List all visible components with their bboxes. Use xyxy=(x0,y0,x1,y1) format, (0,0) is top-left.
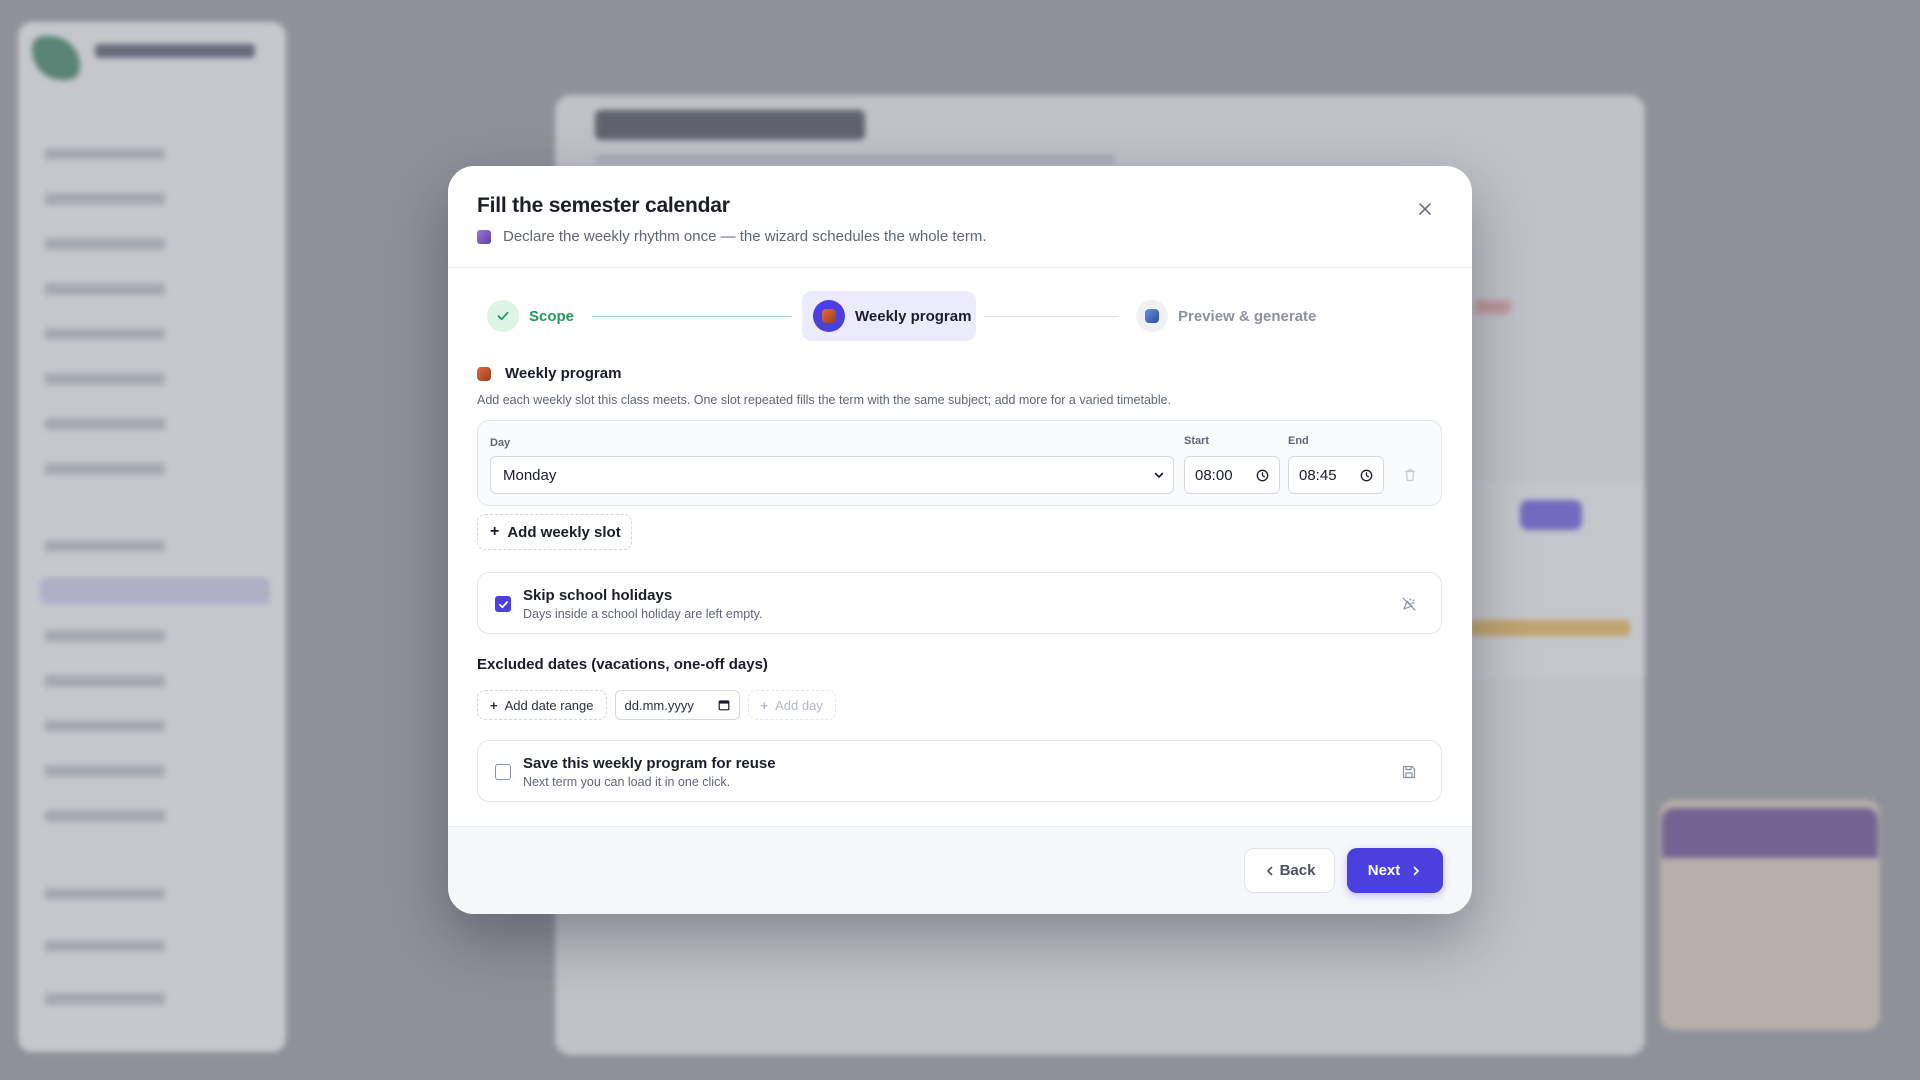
chevron-down-icon xyxy=(1154,472,1164,478)
check-icon xyxy=(487,300,519,332)
weekly-program-title: Weekly program xyxy=(505,365,622,382)
start-time-value: 08:00 xyxy=(1195,466,1233,484)
calendar-emoji-icon xyxy=(477,229,491,244)
plus-icon: + xyxy=(490,697,498,713)
excluded-dates-row: + Add date range dd.mm.yyyy + Add day xyxy=(477,690,836,720)
step-scope[interactable]: Scope xyxy=(487,291,574,341)
save-program-checkbox[interactable] xyxy=(495,764,511,780)
plus-icon: + xyxy=(490,523,500,540)
modal-title: Fill the semester calendar xyxy=(477,194,730,217)
modal-header: Fill the semester calendar Declare the w… xyxy=(448,166,1472,268)
start-label: Start xyxy=(1184,435,1210,447)
background-calendar-header xyxy=(1662,808,1878,858)
weekly-program-heading: Weekly program xyxy=(477,365,621,382)
stepper-connector xyxy=(984,316,1118,317)
background-subtitle xyxy=(595,155,1115,165)
background-nav-item xyxy=(45,675,165,687)
calendar-icon xyxy=(718,700,729,711)
wizard-stepper: Scope Weekly program Preview & generate xyxy=(476,291,1444,341)
calendar-emoji-icon xyxy=(477,366,491,381)
plus-icon: + xyxy=(760,697,769,713)
day-select[interactable]: Monday xyxy=(490,456,1174,494)
background-nav-item xyxy=(45,765,165,777)
background-title xyxy=(595,110,865,140)
trash-icon xyxy=(1405,469,1415,482)
step-weekly-program[interactable]: Weekly program xyxy=(802,291,976,341)
background-nav-item xyxy=(45,993,165,1005)
background-nav-item xyxy=(45,418,165,430)
stepper-connector xyxy=(592,316,792,317)
background-nav-item xyxy=(45,630,165,642)
background-tag xyxy=(1475,300,1511,314)
delete-slot-button[interactable] xyxy=(1402,467,1418,483)
background-nav-item xyxy=(45,463,165,475)
step-weekly-program-label: Weekly program xyxy=(855,307,972,325)
back-button[interactable]: Back xyxy=(1244,848,1335,893)
weekly-slot-card: Day Start End Monday 08:00 08:45 xyxy=(477,420,1442,506)
close-icon xyxy=(1419,203,1431,215)
background-nav-item xyxy=(45,148,165,160)
next-button[interactable]: Next xyxy=(1347,848,1443,893)
background-nav-item xyxy=(45,238,165,250)
background-nav-item xyxy=(45,283,165,295)
background-chip xyxy=(1520,500,1582,530)
clock-icon xyxy=(1360,469,1373,481)
add-date-range-button[interactable]: + Add date range xyxy=(477,690,607,720)
excluded-date-placeholder: dd.mm.yyyy xyxy=(624,697,694,713)
calendar-emoji-icon xyxy=(1136,300,1168,332)
save-program-option: Save this weekly program for reuse Next … xyxy=(477,740,1442,802)
add-day-label: Add day xyxy=(775,697,823,713)
add-day-button[interactable]: + Add day xyxy=(747,690,836,720)
end-time-value: 08:45 xyxy=(1299,466,1337,484)
skip-holidays-checkbox[interactable] xyxy=(495,596,511,612)
background-nav-item xyxy=(45,888,165,900)
back-label: Back xyxy=(1279,862,1316,879)
skip-holidays-description: Days inside a school holiday are left em… xyxy=(523,607,763,621)
add-date-range-label: Add date range xyxy=(504,697,594,713)
save-icon xyxy=(1402,765,1416,779)
background-nav-item xyxy=(45,540,165,552)
start-time-input[interactable]: 08:00 xyxy=(1184,456,1280,494)
calendar-emoji-icon xyxy=(813,300,845,332)
add-weekly-slot-label: Add weekly slot xyxy=(507,523,621,541)
step-scope-label: Scope xyxy=(529,307,575,325)
day-select-value: Monday xyxy=(503,466,557,484)
step-preview-generate[interactable]: Preview & generate xyxy=(1136,291,1316,341)
background-bar xyxy=(1470,620,1630,636)
end-label: End xyxy=(1288,435,1309,447)
check-icon xyxy=(498,600,508,608)
background-nav-item xyxy=(45,810,165,822)
weekly-program-help: Add each weekly slot this class meets. O… xyxy=(477,393,1172,407)
save-program-description: Next term you can load it in one click. xyxy=(523,775,731,789)
modal-subtitle-row: Declare the weekly rhythm once — the wiz… xyxy=(477,228,1444,245)
excluded-dates-title: Excluded dates (vacations, one-off days) xyxy=(477,656,768,673)
day-label: Day xyxy=(490,437,511,449)
background-logo-text xyxy=(95,44,255,58)
excluded-date-input[interactable]: dd.mm.yyyy xyxy=(614,690,740,720)
next-label: Next xyxy=(1367,862,1401,879)
chevron-right-icon xyxy=(1413,866,1420,875)
save-program-title: Save this weekly program for reuse xyxy=(523,755,776,772)
background-nav-item xyxy=(45,940,165,952)
clock-icon xyxy=(1256,469,1269,481)
background-nav-active xyxy=(40,578,270,604)
background-nav-item xyxy=(45,328,165,340)
modal-subtitle: Declare the weekly rhythm once — the wiz… xyxy=(503,228,987,245)
skip-holidays-option: Skip school holidays Days inside a schoo… xyxy=(477,572,1442,634)
skip-holidays-title: Skip school holidays xyxy=(523,587,673,604)
add-weekly-slot-button[interactable]: + Add weekly slot xyxy=(477,514,632,550)
background-nav-item xyxy=(45,193,165,205)
step-preview-generate-label: Preview & generate xyxy=(1178,307,1317,325)
modal-footer: Back Next xyxy=(448,826,1472,914)
close-button[interactable] xyxy=(1412,196,1438,222)
chevron-left-icon xyxy=(1266,866,1272,875)
background-nav-item xyxy=(45,373,165,385)
calendar-wizard-modal: Fill the semester calendar Declare the w… xyxy=(448,166,1472,914)
party-popper-off-icon xyxy=(1402,597,1416,611)
background-nav-item xyxy=(45,720,165,732)
end-time-input[interactable]: 08:45 xyxy=(1288,456,1384,494)
